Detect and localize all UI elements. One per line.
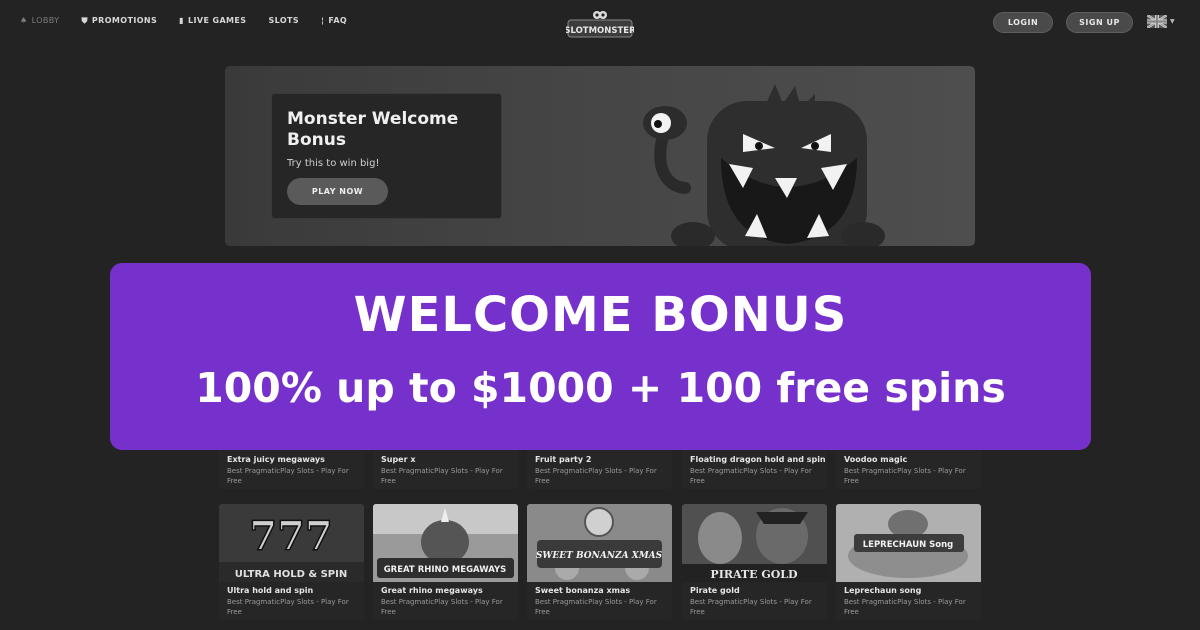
language-selector[interactable]: ▼ — [1147, 15, 1175, 28]
game-name: Fruit party 2 — [535, 455, 592, 464]
game-card[interactable]: Super x Best PragmaticPlay Slots - Play … — [373, 449, 518, 489]
svg-text:ULTRA HOLD & SPIN: ULTRA HOLD & SPIN — [235, 569, 347, 580]
game-thumbnail: SWEET BONANZA XMAS — [527, 504, 672, 582]
game-name: Ultra hold and spin — [227, 586, 314, 595]
game-description: Best PragmaticPlay Slots - Play For Free — [844, 467, 966, 485]
game-thumbnail: GREAT RHINO MEGAWAYS — [373, 504, 518, 582]
monster-mascot-image — [643, 84, 885, 246]
login-button[interactable]: LOGIN — [993, 12, 1053, 33]
game-thumbnail: PIRATE GOLD — [682, 504, 827, 582]
game-card[interactable]: SWEET BONANZA XMAS Sweet bonanza xmas Be… — [527, 504, 672, 620]
nav-item-label: PROMOTIONS — [91, 16, 158, 25]
nav-item-faq[interactable]: ¦ FAQ — [321, 16, 347, 25]
nav-item-promotions[interactable]: ⛊ PROMOTIONS — [81, 16, 157, 25]
game-card[interactable]: LEPRECHAUN Song Leprechaun song Best Pra… — [836, 504, 981, 620]
signup-button[interactable]: SIGN UP — [1066, 12, 1133, 33]
game-name: Floating dragon hold and spin — [690, 455, 826, 464]
nav-item-lobby[interactable]: ♠ LOBBY — [20, 16, 59, 25]
chevron-down-icon: ▼ — [1170, 18, 1175, 25]
game-name: Great rhino megaways — [381, 586, 483, 595]
game-name: Pirate gold — [690, 586, 740, 595]
game-thumbnail: LEPRECHAUN Song — [836, 504, 981, 582]
welcome-bonus-title: WELCOME BONUS — [353, 287, 848, 343]
game-card[interactable]: PIRATE GOLD Pirate gold Best PragmaticPl… — [682, 504, 827, 620]
game-description: Best PragmaticPlay Slots - Play For Free — [690, 467, 812, 485]
nav-item-slots[interactable]: SLOTS — [268, 16, 299, 25]
hero-banner: Monster Welcome Bonus Try this to win bi… — [225, 66, 975, 246]
svg-text:SWEET BONANZA XMAS: SWEET BONANZA XMAS — [536, 551, 663, 561]
svg-text:777: 777 — [249, 513, 333, 560]
game-name: Sweet bonanza xmas — [535, 586, 631, 595]
game-description: Best PragmaticPlay Slots - Play For Free — [535, 467, 657, 485]
game-name: Leprechaun song — [844, 586, 922, 595]
promo-card: Monster Welcome Bonus Try this to win bi… — [271, 93, 502, 219]
nav-item-live-games[interactable]: ▮ LIVE GAMES — [179, 16, 246, 25]
spade-icon: ♠ — [20, 15, 28, 25]
cards-icon: ▮ — [179, 15, 184, 25]
game-description: Best PragmaticPlay Slots - Play For Free — [535, 598, 657, 616]
game-thumbnail: 777 ULTRA HOLD & SPIN — [219, 504, 364, 582]
nav-item-label: FAQ — [328, 16, 348, 25]
svg-text:PIRATE GOLD: PIRATE GOLD — [710, 568, 798, 581]
game-card[interactable]: 777 ULTRA HOLD & SPIN Ultra hold and spi… — [219, 504, 364, 620]
question-icon: ¦ — [321, 15, 325, 25]
game-description: Best PragmaticPlay Slots - Play For Free — [690, 598, 812, 616]
svg-text:SLOTMONSTER: SLOTMONSTER — [566, 26, 634, 36]
promo-title: Monster Welcome Bonus — [287, 109, 459, 150]
game-name: Voodoo magic — [844, 455, 908, 464]
svg-text:LEPRECHAUN Song: LEPRECHAUN Song — [863, 540, 954, 550]
game-description: Best PragmaticPlay Slots - Play For Free — [381, 467, 503, 485]
svg-text:GREAT RHINO MEGAWAYS: GREAT RHINO MEGAWAYS — [384, 565, 507, 575]
game-card[interactable]: Floating dragon hold and spin Best Pragm… — [682, 449, 827, 489]
game-card[interactable]: Voodoo magic Best PragmaticPlay Slots - … — [836, 449, 981, 489]
game-description: Best PragmaticPlay Slots - Play For Free — [227, 598, 349, 616]
welcome-bonus-offer: 100% up to $1000 + 100 free spins — [195, 364, 1006, 412]
game-name: Super x — [381, 455, 416, 464]
game-name: Extra juicy megaways — [227, 455, 325, 464]
game-description: Best PragmaticPlay Slots - Play For Free — [227, 467, 349, 485]
top-navigation-bar: ♠ LOBBY ⛊ PROMOTIONS ▮ LIVE GAMES SLOTS … — [0, 0, 1200, 44]
main-nav: ♠ LOBBY ⛊ PROMOTIONS ▮ LIVE GAMES SLOTS … — [20, 16, 347, 25]
play-now-button[interactable]: PLAY NOW — [287, 178, 388, 205]
welcome-bonus-banner: WELCOME BONUS 100% up to $1000 + 100 fre… — [110, 263, 1091, 450]
game-description: Best PragmaticPlay Slots - Play For Free — [844, 598, 966, 616]
nav-item-label: LIVE GAMES — [187, 16, 247, 25]
promo-subtitle: Try this to win big! — [287, 158, 380, 169]
slotmonster-logo[interactable]: SLOTMONSTER — [566, 9, 634, 39]
game-description: Best PragmaticPlay Slots - Play For Free — [381, 598, 503, 616]
game-card[interactable]: Fruit party 2 Best PragmaticPlay Slots -… — [527, 449, 672, 489]
game-card[interactable]: Extra juicy megaways Best PragmaticPlay … — [219, 449, 364, 489]
gift-icon: ⛊ — [81, 15, 88, 25]
nav-item-label: LOBBY — [31, 16, 60, 25]
nav-item-label: SLOTS — [268, 16, 300, 25]
uk-flag-icon — [1147, 15, 1167, 28]
game-card[interactable]: GREAT RHINO MEGAWAYS Great rhino megaway… — [373, 504, 518, 620]
